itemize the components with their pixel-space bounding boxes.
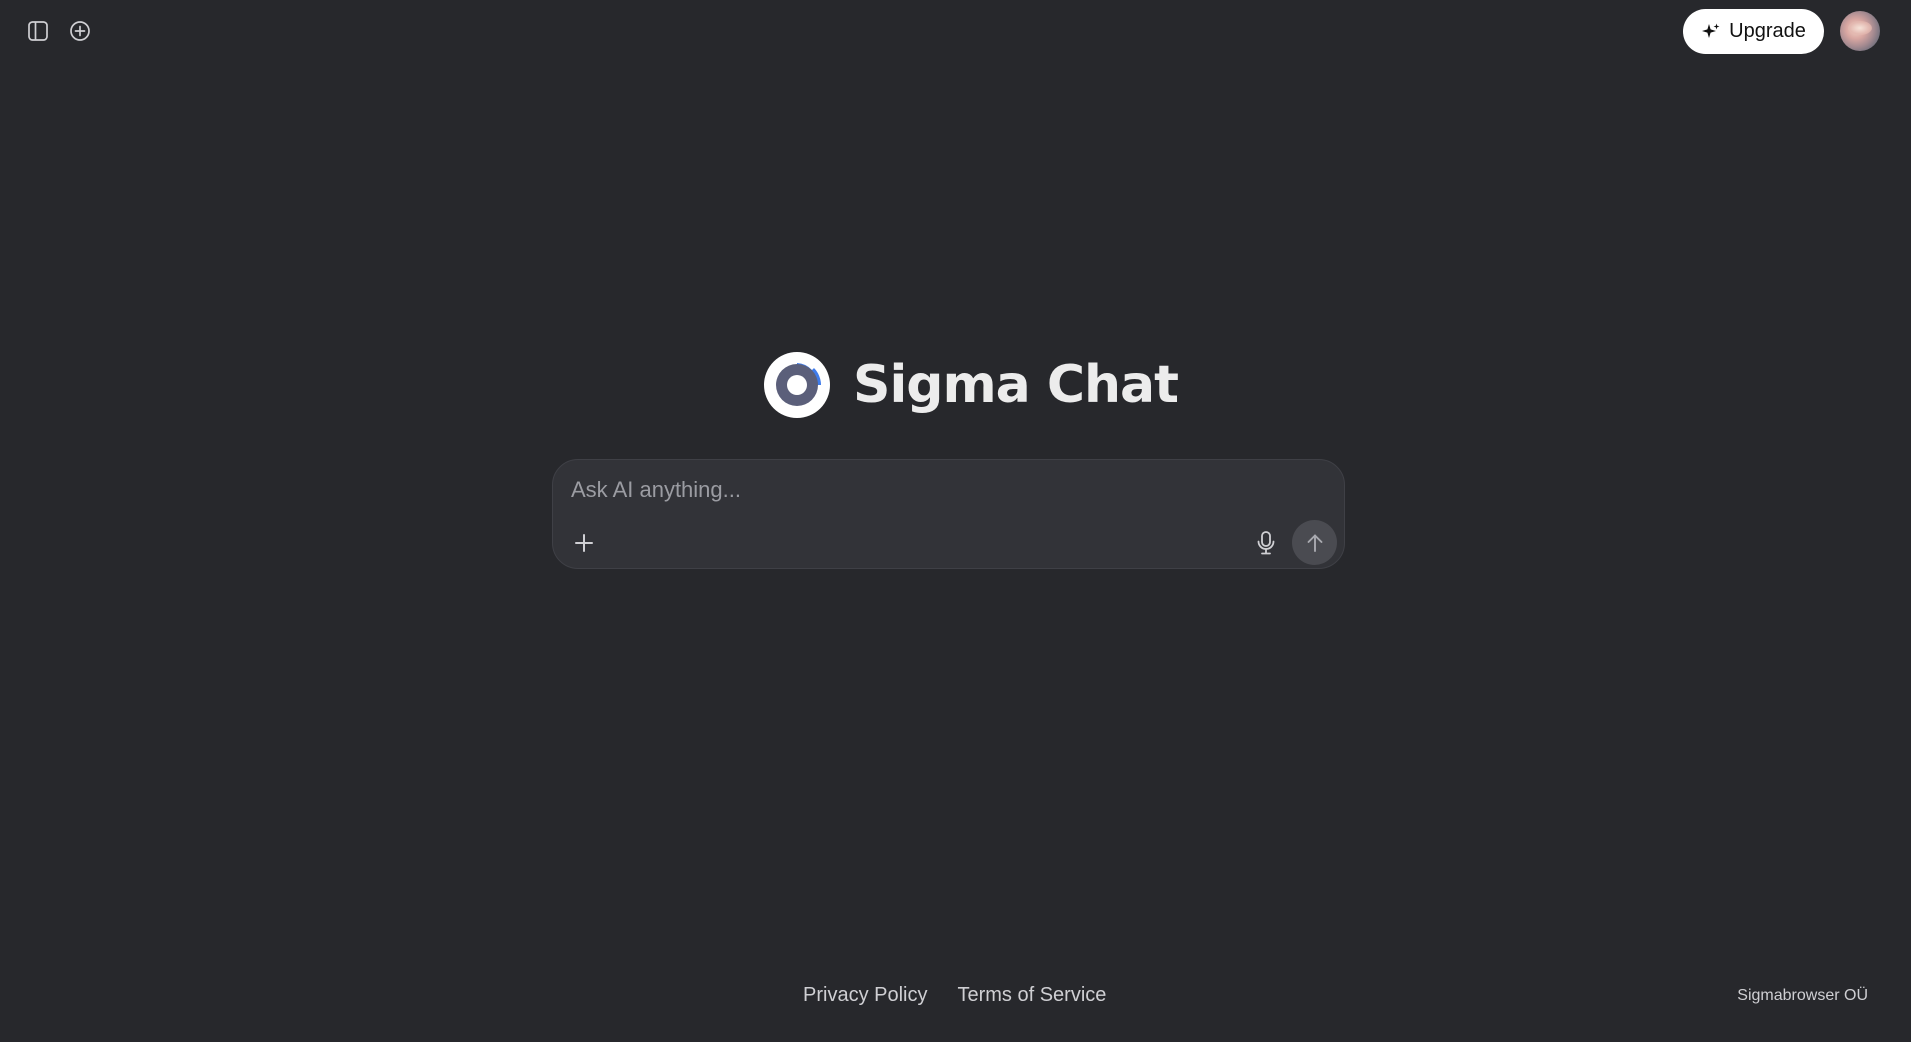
sparkle-icon	[1701, 22, 1721, 42]
attach-button[interactable]	[569, 528, 599, 558]
plus-icon	[575, 534, 593, 552]
send-button[interactable]	[1292, 520, 1337, 565]
sidebar-toggle-button[interactable]	[22, 15, 54, 47]
company-name: Sigmabrowser OÜ	[1737, 987, 1868, 1004]
sigma-logo-icon	[764, 352, 830, 418]
new-chat-button[interactable]	[64, 15, 96, 47]
plus-circle-icon	[70, 21, 90, 41]
brand-header: Sigma Chat	[763, 350, 1179, 420]
terms-of-service-link[interactable]: Terms of Service	[957, 984, 1106, 1007]
upgrade-label: Upgrade	[1729, 20, 1806, 42]
arrow-up-icon	[1307, 534, 1322, 552]
voice-input-button[interactable]	[1249, 526, 1283, 560]
chat-composer	[552, 459, 1345, 569]
privacy-policy-link[interactable]: Privacy Policy	[803, 984, 927, 1007]
sigma-chat-page: Upgrade Sigma Chat Ask AI anything... Pr…	[0, 0, 1911, 1042]
user-avatar[interactable]	[1840, 11, 1880, 51]
upgrade-button[interactable]: Upgrade	[1683, 9, 1824, 54]
chat-input[interactable]	[571, 474, 1311, 506]
footer-links: Privacy Policy Terms of Service	[803, 984, 1106, 1007]
microphone-icon	[1257, 531, 1275, 555]
page-title: Sigma Chat	[853, 355, 1179, 415]
sidebar-panel-icon	[28, 21, 48, 41]
